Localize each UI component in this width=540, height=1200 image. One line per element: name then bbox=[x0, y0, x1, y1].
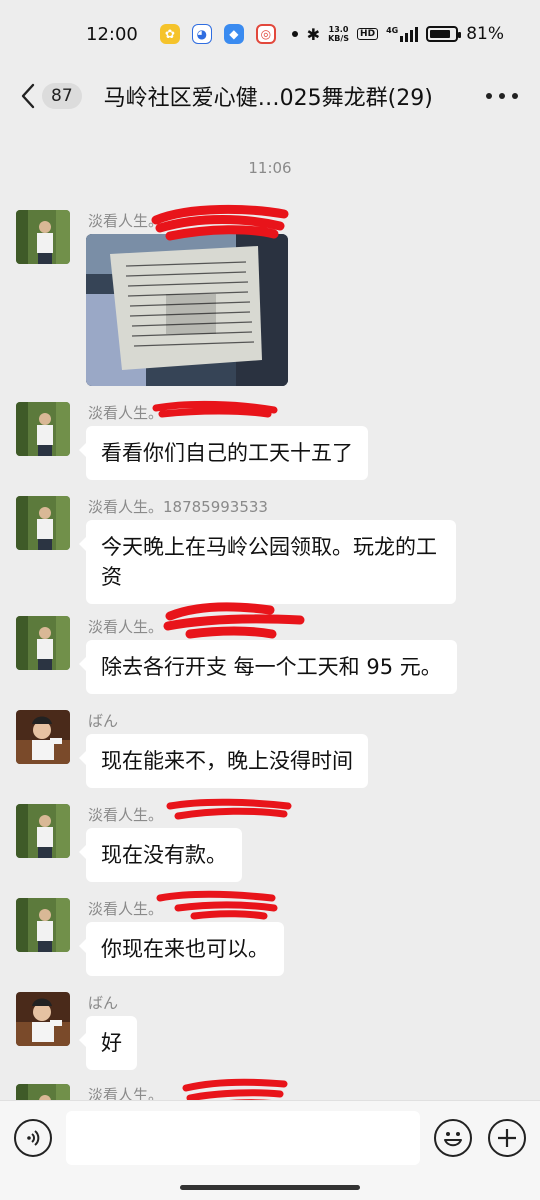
chat-title[interactable]: 马岭社区爱心健…025舞龙群(29) bbox=[104, 80, 433, 112]
message-bubble[interactable]: 今天晚上在马岭公园领取。玩龙的工资 bbox=[79, 520, 456, 604]
sender-name: 淡看人生。 bbox=[88, 900, 164, 918]
sender-name: 淡看人生。 bbox=[88, 618, 164, 636]
voice-icon bbox=[27, 1130, 40, 1146]
status-time: 12:00 bbox=[86, 23, 138, 45]
battery-fill bbox=[430, 30, 450, 38]
avatar[interactable] bbox=[16, 804, 70, 858]
more-dots-icon bbox=[486, 93, 492, 99]
plus-icon bbox=[498, 1129, 516, 1147]
redaction-scribble bbox=[166, 798, 292, 820]
message-input[interactable] bbox=[66, 1111, 420, 1165]
message-bubble[interactable]: 看看你们自己的工天十五了 bbox=[79, 426, 368, 480]
message-bubble[interactable]: 好 bbox=[79, 1016, 137, 1070]
sender-name: 淡看人生。 bbox=[88, 806, 164, 824]
message-bubble[interactable]: 你现在来也可以。 bbox=[79, 922, 284, 976]
image-message[interactable] bbox=[86, 234, 288, 386]
message-list[interactable]: 11:06 淡看人生。 淡看人生。 看看你们自己的工天十五了 淡看人生。1878… bbox=[0, 124, 540, 1100]
signal-icon: 4G bbox=[386, 26, 419, 42]
status-bar: 12:00 ✿ ◕ ◆ ◎ ✱ 13.0 KB/S HD 4G 81% bbox=[0, 0, 540, 68]
sender-name: 淡看人生。 bbox=[88, 212, 164, 230]
message-bubble[interactable]: 现在没有款。 bbox=[79, 828, 242, 882]
more-notifications-icon bbox=[291, 31, 298, 37]
avatar[interactable] bbox=[16, 898, 70, 952]
avatar[interactable] bbox=[16, 1084, 70, 1100]
voice-button[interactable] bbox=[14, 1119, 52, 1157]
avatar[interactable] bbox=[16, 210, 70, 264]
sender-name: ばん bbox=[88, 712, 119, 730]
plus-button[interactable] bbox=[488, 1119, 526, 1157]
redaction-scribble bbox=[182, 1078, 288, 1100]
unread-count-badge[interactable]: 87 bbox=[42, 83, 82, 109]
hd-badge: HD bbox=[357, 28, 379, 40]
chat-header: 87 马岭社区爱心健…025舞龙群(29) bbox=[0, 68, 540, 124]
avatar[interactable] bbox=[16, 496, 70, 550]
redaction-scribble bbox=[152, 400, 278, 418]
message-timestamp: 11:06 bbox=[248, 159, 292, 177]
message-bubble[interactable]: 除去各行开支 每一个工天和 95 元。 bbox=[79, 640, 457, 694]
emoji-button[interactable] bbox=[434, 1119, 472, 1157]
sender-name: 淡看人生。 bbox=[88, 1086, 164, 1100]
avatar[interactable] bbox=[16, 992, 70, 1046]
avatar[interactable] bbox=[16, 710, 70, 764]
baidu-icon: ◕ bbox=[191, 24, 212, 44]
app-notification-icon: ✿ bbox=[159, 24, 180, 44]
sender-name: 淡看人生。 bbox=[88, 404, 164, 422]
app-notification-icon-2: ◆ bbox=[223, 24, 244, 44]
battery-icon bbox=[426, 26, 462, 42]
bluetooth-icon: ✱ bbox=[306, 24, 321, 44]
emoji-icon bbox=[444, 1132, 462, 1147]
photo-thumbnail bbox=[86, 234, 288, 386]
home-indicator[interactable] bbox=[180, 1185, 360, 1190]
app-notification-icon-3: ◎ bbox=[255, 24, 276, 44]
redaction-scribble bbox=[163, 602, 305, 639]
sender-name: ばん bbox=[88, 994, 119, 1012]
more-button[interactable] bbox=[486, 82, 518, 110]
avatar[interactable] bbox=[16, 616, 70, 670]
chevron-left-icon bbox=[21, 83, 35, 109]
sender-name: 淡看人生。18785993533 bbox=[88, 498, 268, 516]
avatar[interactable] bbox=[16, 402, 70, 456]
redaction-scribble bbox=[156, 890, 278, 920]
input-bar bbox=[0, 1100, 540, 1200]
network-speed: 13.0 KB/S bbox=[328, 25, 350, 43]
message-bubble[interactable]: 现在能来不，晚上没得时间 bbox=[79, 734, 368, 788]
battery-percent: 81% bbox=[466, 24, 504, 44]
back-button[interactable] bbox=[0, 68, 36, 124]
signal-label: 4G bbox=[386, 26, 399, 35]
